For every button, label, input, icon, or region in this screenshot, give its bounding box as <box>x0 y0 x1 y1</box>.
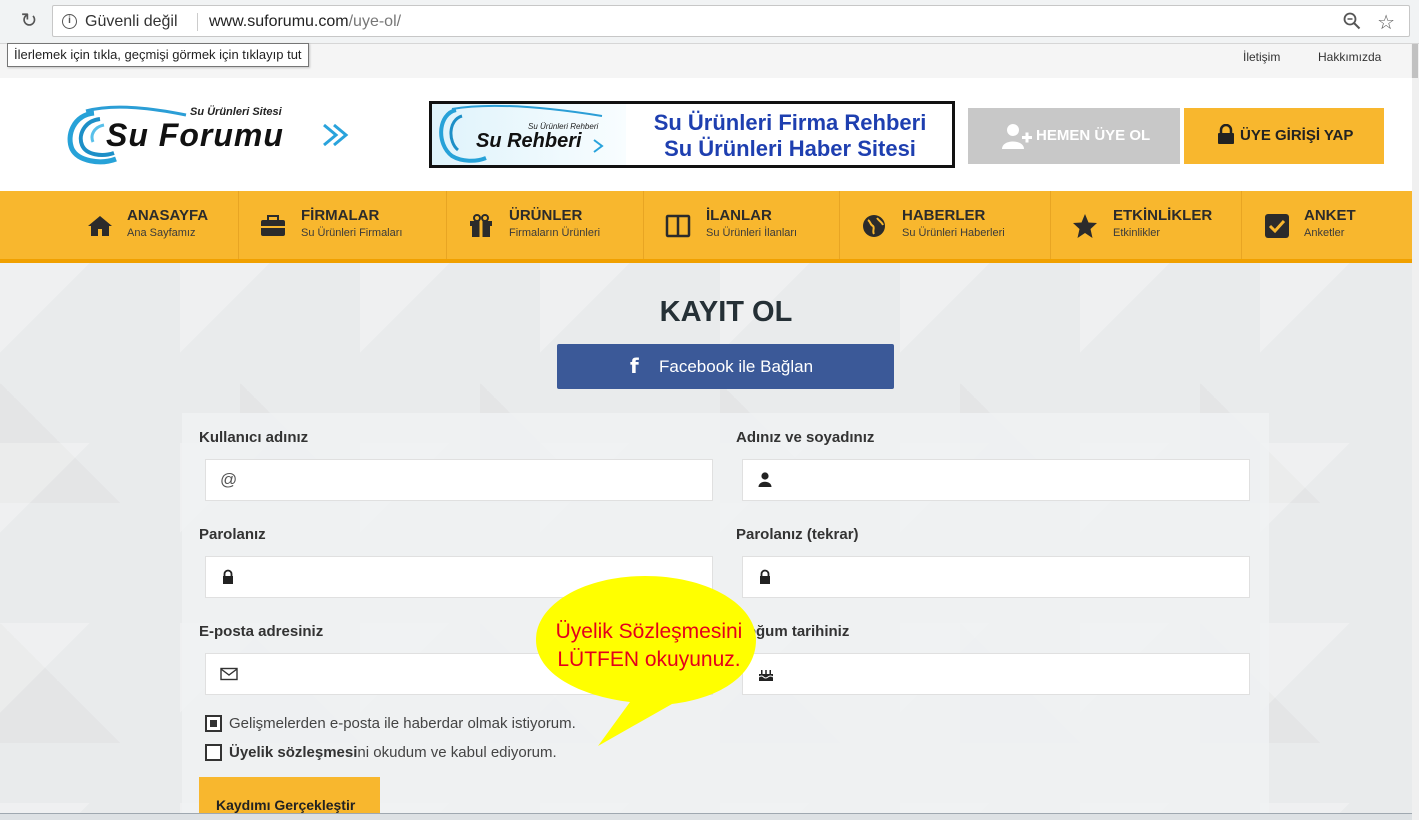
nav-title: ANKET <box>1304 207 1356 224</box>
username-label: Kullanıcı adınız <box>199 429 309 446</box>
banner-logo: Su Ürünleri Rehberi Su Rehberi <box>432 104 626 165</box>
nav-item-firmalar[interactable]: FİRMALAR Su Ürünleri Firmaları <box>238 191 446 259</box>
bookmark-star-icon[interactable]: ☆ <box>1377 10 1395 35</box>
url-path: /uye-ol/ <box>348 13 402 30</box>
lock-icon <box>223 569 233 584</box>
nav-subtitle: Etkinlikler <box>1113 227 1161 239</box>
agreement-link[interactable]: Üyelik sözleşmesi <box>229 744 357 761</box>
contact-link[interactable]: İletişim <box>1243 50 1280 64</box>
lock-icon <box>760 569 770 584</box>
nav-item-urunler[interactable]: ÜRÜNLER Firmaların Ürünleri <box>446 191 643 259</box>
window-bottom-edge <box>0 813 1412 820</box>
register-button-label: HEMEN ÜYE OL <box>1036 127 1151 144</box>
logo-title: Su Forumu <box>106 117 284 153</box>
nav-subtitle: Ana Sayfamız <box>127 227 196 239</box>
login-button-label: ÜYE GİRİŞİ YAP <box>1240 127 1354 144</box>
nav-title: ANASAYFA <box>127 207 209 224</box>
browser-toolbar: ↻ i Güvenli değil www.suforumu.com/uye-o… <box>0 0 1419 44</box>
user-plus-icon <box>1002 124 1032 149</box>
password-repeat-input[interactable] <box>742 556 1250 598</box>
email-label: E-posta adresiniz <box>199 623 324 640</box>
register-button[interactable]: HEMEN ÜYE OL <box>968 108 1180 164</box>
zoom-icon[interactable] <box>1343 12 1361 35</box>
callout-line-1: Üyelik Sözleşmesini <box>555 620 743 643</box>
nav-subtitle: Su Ürünleri Firmaları <box>301 227 403 239</box>
security-label[interactable]: Güvenli değil <box>85 13 178 31</box>
nav-subtitle: Anketler <box>1304 227 1345 239</box>
banner-logo-title: Su Rehberi <box>476 130 582 152</box>
callout-text: Üyelik Sözleşmesini LÜTFEN okuyunuz. <box>542 618 756 674</box>
agreement-checkbox[interactable] <box>205 744 222 761</box>
site-logo[interactable]: Su Ürünleri Sitesi Su Forumu <box>66 105 356 167</box>
about-link[interactable]: Hakkımızda <box>1318 50 1381 64</box>
address-separator <box>197 13 198 31</box>
username-input[interactable]: @ <box>205 459 713 501</box>
checkbox-icon <box>1265 214 1289 238</box>
back-button-tooltip: İlerlemek için tıkla, geçmişi görmek içi… <box>7 43 309 67</box>
nav-title: ÜRÜNLER <box>509 207 583 224</box>
address-bar[interactable]: i Güvenli değil www.suforumu.com/uye-ol/… <box>52 5 1410 37</box>
site-header: Su Ürünleri Sitesi Su Forumu Su Ürünleri… <box>0 78 1412 191</box>
fullname-label: Adınız ve soyadınız <box>736 429 875 446</box>
url-text[interactable]: www.suforumu.com/uye-ol/ <box>209 13 401 31</box>
nav-item-etkinlikler[interactable]: ETKİNLİKLER Etkinlikler <box>1050 191 1241 259</box>
nav-subtitle: Firmaların Ürünleri <box>509 227 601 239</box>
password-repeat-label: Parolanız (tekrar) <box>736 526 859 543</box>
password-label: Parolanız <box>199 526 266 543</box>
nav-item-anasayfa[interactable]: ANASAYFA Ana Sayfamız <box>0 191 238 259</box>
birthdate-input[interactable] <box>742 653 1250 695</box>
nav-title: İLANLAR <box>706 207 772 224</box>
submit-button-label: Kaydımı Gerçekleştir <box>216 797 356 813</box>
star-icon <box>1073 214 1097 238</box>
nav-subtitle: Su Ürünleri İlanları <box>706 227 798 239</box>
banner-line-2: Su Ürünleri Haber Sitesi <box>664 136 916 161</box>
briefcase-icon <box>261 215 285 236</box>
user-icon <box>758 472 772 487</box>
scrollbar-thumb[interactable] <box>1412 44 1418 78</box>
agreement-text: Üyelik sözleşmesini okudum ve kabul ediy… <box>229 744 557 761</box>
rehber-banner[interactable]: Su Ürünleri Rehberi Su Rehberi Su Ürünle… <box>429 101 955 168</box>
nav-title: ETKİNLİKLER <box>1113 207 1213 224</box>
nav-item-haberler[interactable]: HABERLER Su Ürünleri Haberleri <box>839 191 1050 259</box>
nav-item-anket[interactable]: ANKET Anketler <box>1241 191 1412 259</box>
callout-line-2: LÜTFEN okuyunuz. <box>557 648 741 671</box>
nav-item-ilanlar[interactable]: İLANLAR Su Ürünleri İlanları <box>643 191 839 259</box>
facebook-icon: f <box>630 354 639 378</box>
gift-icon <box>470 214 492 237</box>
newsletter-label: Gelişmelerden e-posta ile haberdar olmak… <box>229 715 576 732</box>
nav-title: FİRMALAR <box>301 207 380 224</box>
facebook-button-label: Facebook ile Bağlan <box>659 357 814 376</box>
agreement-callout: Üyelik Sözleşmesini LÜTFEN okuyunuz. <box>532 574 758 752</box>
page-title: KAYIT OL <box>659 296 793 328</box>
nav-title: HABERLER <box>902 207 986 224</box>
main-navigation: ANASAYFA Ana Sayfamız FİRMALAR Su Ürünle… <box>0 191 1412 263</box>
birthday-cake-icon <box>758 670 774 681</box>
reload-icon[interactable]: ↻ <box>18 10 40 32</box>
url-host: www.suforumu.com <box>209 13 349 30</box>
columns-icon <box>665 214 691 238</box>
home-icon <box>88 216 112 236</box>
nav-subtitle: Su Ürünleri Haberleri <box>902 227 1005 239</box>
login-button[interactable]: ÜYE GİRİŞİ YAP <box>1184 108 1384 164</box>
fullname-input[interactable] <box>742 459 1250 501</box>
globe-icon <box>863 215 885 237</box>
page-scrollbar[interactable] <box>1411 44 1419 820</box>
facebook-connect-button[interactable]: f Facebook ile Bağlan <box>557 344 894 389</box>
agreement-rest: ni okudum ve kabul ediyorum. <box>357 744 557 761</box>
banner-line-1: Su Ürünleri Firma Rehberi <box>653 110 927 135</box>
newsletter-checkbox[interactable] <box>205 715 222 732</box>
info-icon[interactable]: i <box>62 14 77 29</box>
lock-icon <box>1218 124 1234 144</box>
envelope-icon <box>220 667 238 681</box>
at-icon: @ <box>220 470 238 489</box>
